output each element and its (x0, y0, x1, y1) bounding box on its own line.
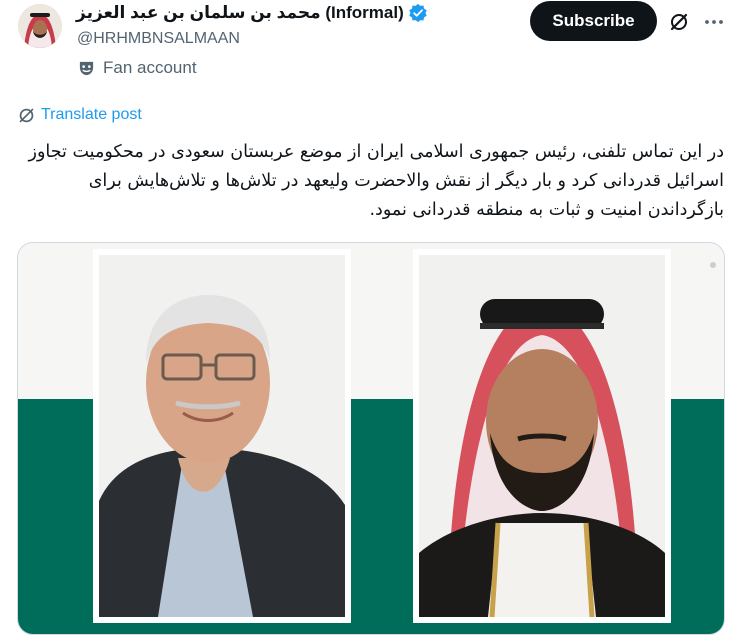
verified-badge-icon[interactable] (408, 3, 428, 23)
author-handle[interactable]: @HRHMBNSALMAAN (77, 30, 240, 48)
grok-translate-icon (19, 108, 34, 122)
fan-account-label: Fan account (78, 58, 197, 78)
more-options-icon[interactable] (703, 11, 725, 33)
translate-post-link[interactable]: Translate post (18, 106, 142, 124)
avatar-image (18, 4, 62, 48)
avatar[interactable] (18, 4, 62, 48)
subscribe-button[interactable]: Subscribe (530, 1, 657, 41)
fan-account-text: Fan account (103, 58, 197, 77)
author-name[interactable]: محمد بن سلمان بن عبد العزيز (Informal) (76, 3, 404, 23)
theater-mask-icon (79, 61, 94, 75)
media-photo-graphic (18, 243, 724, 634)
post-text: در این تماس تلفنی، رئیس جمهوری اسلامی ای… (28, 142, 724, 220)
translate-post-label[interactable]: Translate post (41, 106, 142, 124)
post-media-image[interactable] (17, 242, 725, 635)
grok-icon[interactable] (669, 12, 689, 32)
author-name-row[interactable]: محمد بن سلمان بن عبد العزيز (Informal) (76, 3, 428, 23)
